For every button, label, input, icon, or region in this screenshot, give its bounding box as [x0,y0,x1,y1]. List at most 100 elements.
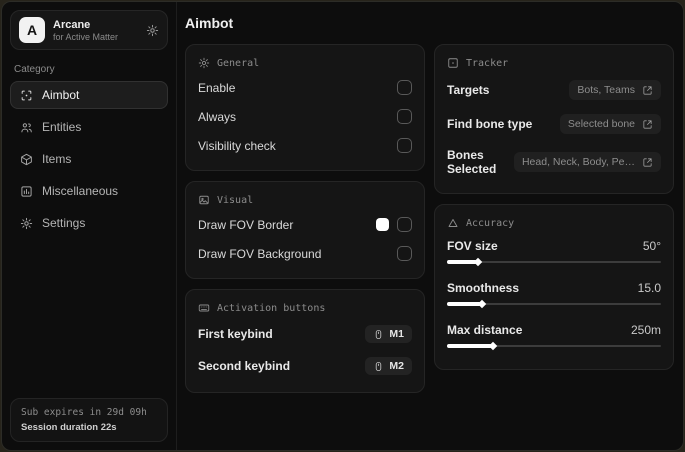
setting-label: Enable [198,80,236,95]
keybind-row: First keybind M1 [198,318,412,350]
radar-icon [448,58,458,68]
app-logo: A [19,17,45,43]
slider-value: 250m [630,323,661,337]
slider-value: 50° [642,239,661,253]
subscription-card: Sub expires in 29d 09h Session duration … [10,398,168,442]
slider-label: Smoothness [447,281,520,295]
setting-label: Always [198,109,237,124]
panel-title: Activation buttons [217,302,326,314]
slider-value: 15.0 [637,281,661,295]
sub-expires-text: Sub expires in 29d 09h [21,407,147,418]
keybind-label: First keybind [198,327,273,341]
right-column: Tracker Targets Bots, Teams Find bone ty… [434,44,674,370]
panel-title: Visual [217,194,254,206]
settings-gear-icon[interactable] [146,24,159,37]
sidebar-item-settings[interactable]: Settings [10,209,168,237]
max-distance-slider[interactable] [447,342,661,350]
panel-title: General [217,57,260,69]
setting-row: Visibility check [198,131,412,160]
sidebar-item-label: Entities [42,120,82,134]
gear-icon [20,217,33,230]
enable-checkbox[interactable] [397,80,412,95]
expand-icon [643,157,652,167]
mouse-icon [376,361,382,371]
dropdown-value: Bots, Teams [577,84,635,96]
category-label: Category [14,64,55,75]
dropdown-value: Head, Neck, Body, Pe… [521,156,635,168]
app-header-card: A Arcane for Active Matter [10,10,168,50]
setting-row: Always [198,102,412,131]
expand-icon [643,119,652,129]
accuracy-panel: Accuracy FOV size 50° Smoothness 15.0 Ma… [434,204,674,370]
sidebar-item-aimbot[interactable]: Aimbot [10,81,168,109]
setting-label: Visibility check [198,138,276,153]
app-name: Arcane [53,18,91,31]
tracker-label: Targets [447,83,490,97]
setting-row: Draw FOV Background [198,239,412,268]
tracker-label: Find bone type [447,117,533,131]
sidebar-item-label: Miscellaneous [42,184,119,198]
sidebar-item-miscellaneous[interactable]: Miscellaneous [10,177,168,205]
second-keybind-button[interactable]: M2 [365,357,412,375]
main-content: Aimbot General Enable Always Visibility … [177,2,683,450]
fov-border-color-swatch[interactable] [376,218,389,231]
slider-row: Max distance 250m [447,317,661,359]
activation-buttons-panel: Activation buttons First keybind M1 Seco… [185,289,425,393]
sidebar-item-entities[interactable]: Entities [10,113,168,141]
setting-label: Draw FOV Background [198,246,322,261]
setting-row: Draw FOV Border [198,210,412,239]
slider-fill [447,302,482,306]
cube-icon [20,153,33,166]
keybind-value: M1 [389,328,404,340]
sidebar-item-label: Aimbot [42,88,80,102]
keybind-row: Second keybind M2 [198,350,412,382]
dropdown-value: Selected bone [567,118,635,130]
fov-size-slider[interactable] [447,258,661,266]
app-subtitle: for Active Matter [53,31,119,42]
keybind-value: M2 [389,360,404,372]
sidebar-item-items[interactable]: Items [10,145,168,173]
slider-label: FOV size [447,239,498,253]
bones-selected-dropdown[interactable]: Head, Neck, Body, Pe… [513,152,661,172]
visibility-check-checkbox[interactable] [397,138,412,153]
setting-row: Enable [198,73,412,102]
tracker-label: Bones Selected [447,148,497,176]
sidebar-item-label: Items [42,152,72,166]
tracker-row: Find bone type Selected bone [447,107,661,141]
session-duration-text: Session duration 22s [21,422,117,433]
draw-fov-border-checkbox[interactable] [397,217,412,232]
sidebar-item-label: Settings [42,216,86,230]
slider-fill [447,260,477,264]
panel-title: Tracker [466,57,509,69]
keyboard-icon [198,304,210,312]
tracker-row: Targets Bots, Teams [447,73,661,107]
category-nav: Aimbot Entities Items Miscellaneous Sett… [10,81,168,237]
find-bone-type-dropdown[interactable]: Selected bone [559,114,661,134]
first-keybind-button[interactable]: M1 [365,325,412,343]
slider-label: Max distance [447,323,523,337]
page-title: Aimbot [185,15,234,31]
tracker-panel: Tracker Targets Bots, Teams Find bone ty… [434,44,674,194]
triangle-ruler-icon [448,219,458,227]
general-panel: General Enable Always Visibility check [185,44,425,171]
smoothness-slider[interactable] [447,300,661,308]
expand-icon [643,85,652,95]
mouse-icon [376,329,382,339]
panel-title: Accuracy [466,217,515,229]
gear-icon [198,57,210,69]
setting-label: Draw FOV Border [198,217,294,232]
always-checkbox[interactable] [397,109,412,124]
chart-bars-icon [20,185,33,198]
sidebar: A Arcane for Active Matter Category Aimb… [2,2,177,450]
draw-fov-background-checkbox[interactable] [397,246,412,261]
slider-fill [447,344,492,348]
image-icon [199,195,209,205]
users-icon [20,121,33,134]
app-window: A Arcane for Active Matter Category Aimb… [1,1,684,451]
slider-row: Smoothness 15.0 [447,275,661,317]
slider-row: FOV size 50° [447,233,661,275]
keybind-label: Second keybind [198,359,291,373]
tracker-row: Bones Selected Head, Neck, Body, Pe… [447,141,661,183]
targets-dropdown[interactable]: Bots, Teams [569,80,661,100]
left-column: General Enable Always Visibility check V… [185,44,425,393]
